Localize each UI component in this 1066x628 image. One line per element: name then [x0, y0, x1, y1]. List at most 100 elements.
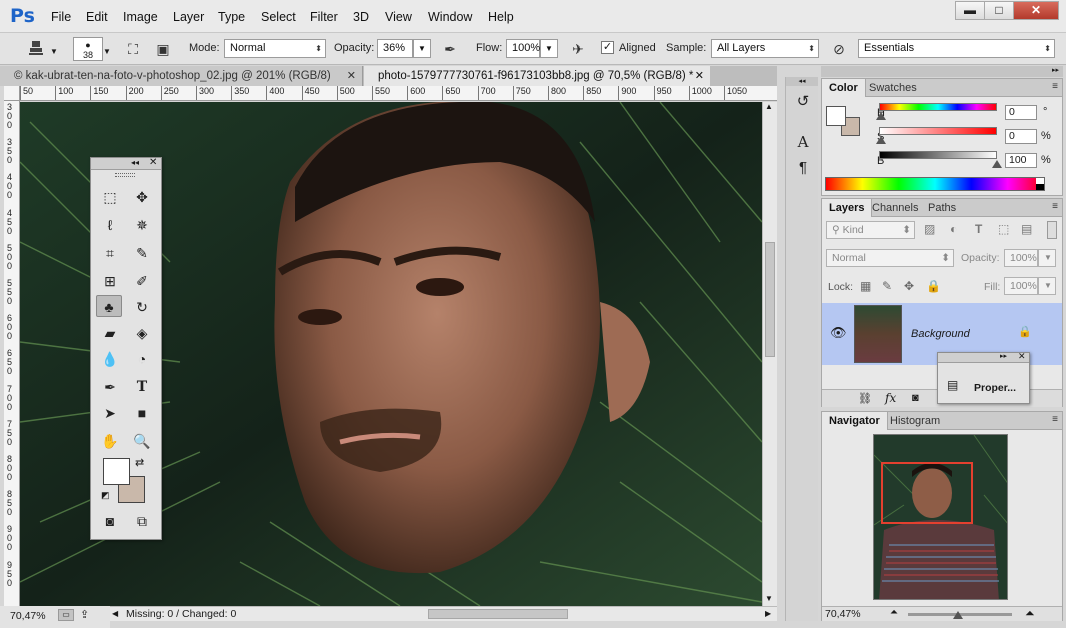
- navigator-preview[interactable]: [873, 434, 1008, 600]
- brush-chevron-down-icon[interactable]: ▼: [103, 47, 111, 56]
- clone-stamp-preset-icon[interactable]: [26, 39, 46, 59]
- status-preview-icon[interactable]: ▭: [58, 609, 74, 621]
- menu-image[interactable]: Image: [123, 9, 158, 25]
- navigator-zoom-thumb[interactable]: [953, 611, 963, 619]
- paint-bucket-tool-icon[interactable]: ◈: [129, 322, 155, 344]
- brush-size-picker[interactable]: ● 38: [73, 37, 103, 61]
- eraser-tool-icon[interactable]: ▰: [97, 322, 123, 344]
- history-panel-icon[interactable]: ↺: [791, 91, 815, 113]
- clone-stamp-tool-icon[interactable]: ♣: [96, 295, 122, 317]
- type-tool-icon[interactable]: T: [129, 376, 155, 398]
- tab-color[interactable]: Color: [822, 79, 866, 97]
- vertical-scroll-thumb[interactable]: [765, 242, 775, 357]
- healing-brush-tool-icon[interactable]: ⊞: [97, 270, 123, 292]
- ignore-adjustment-icon[interactable]: ⊘: [829, 39, 849, 59]
- scroll-right-icon[interactable]: ▶: [765, 609, 771, 618]
- path-selection-tool-icon[interactable]: ➤: [97, 402, 123, 424]
- fill-input[interactable]: 100%: [1004, 277, 1038, 295]
- lock-image-icon[interactable]: ✎: [882, 279, 892, 293]
- s-input[interactable]: 0: [1005, 129, 1037, 144]
- tools-panel-header[interactable]: ◂◂ ✕: [91, 157, 161, 170]
- status-share-icon[interactable]: ⇪: [80, 608, 89, 621]
- move-tool-icon[interactable]: ✥: [129, 186, 155, 208]
- navigator-panel-menu-icon[interactable]: ≡: [1052, 414, 1058, 425]
- close-window-button[interactable]: ✕: [1013, 1, 1059, 20]
- character-panel-icon[interactable]: A: [791, 131, 815, 153]
- top-ruler[interactable]: 50 100 150 200 250 300 350 400 450 500 550 600 650 70…: [20, 86, 777, 101]
- layer-opacity-input[interactable]: 100%: [1004, 249, 1038, 267]
- pressure-opacity-icon[interactable]: ✒: [440, 39, 460, 59]
- lock-all-icon[interactable]: 🔒: [926, 279, 941, 293]
- fill-dropdown-icon[interactable]: ▼: [1038, 277, 1056, 295]
- layer-style-icon[interactable]: fx: [885, 391, 896, 405]
- swap-colors-icon[interactable]: ⇄: [135, 456, 144, 469]
- left-ruler[interactable]: 300 350 400 450 500 550 600 650 700 750 800 850 900 9…: [4, 101, 20, 606]
- hue-slider[interactable]: [879, 103, 997, 111]
- menu-edit[interactable]: Edit: [86, 9, 108, 25]
- color-panel-fg-swatch[interactable]: [826, 106, 846, 126]
- tools-grip[interactable]: [115, 173, 135, 177]
- tab-document-2[interactable]: photo-1579777730761-f96173103bb8.jpg @ 7…: [364, 66, 710, 86]
- menu-window[interactable]: Window: [428, 9, 472, 25]
- tab-document-1[interactable]: © kak-ubrat-ten-na-foto-v-photoshop_02.j…: [0, 66, 363, 86]
- eyedropper-tool-icon[interactable]: ✎: [129, 242, 155, 264]
- airbrush-icon[interactable]: ✈: [568, 39, 588, 59]
- history-brush-tool-icon[interactable]: ↻: [129, 296, 155, 318]
- expand-properties-icon[interactable]: ▸▸: [1000, 352, 1007, 360]
- lock-transparent-icon[interactable]: ▦: [860, 279, 871, 293]
- right-dock-collapse-icon[interactable]: ▸▸: [821, 66, 1063, 77]
- brightness-slider[interactable]: [879, 151, 997, 159]
- blend-mode-select[interactable]: Normal ⬍: [826, 249, 954, 267]
- foreground-color-swatch[interactable]: [103, 458, 130, 485]
- quick-mask-icon[interactable]: ◙: [97, 510, 123, 532]
- close-properties-icon[interactable]: ✕: [1018, 351, 1026, 362]
- close-tab-2-icon[interactable]: ✕: [695, 66, 704, 86]
- minimize-button[interactable]: ▬: [955, 1, 985, 20]
- scroll-down-icon[interactable]: ▼: [765, 594, 773, 603]
- hand-tool-icon[interactable]: ✋: [97, 430, 123, 452]
- filter-smart-object-icon[interactable]: ▤: [1021, 222, 1032, 236]
- link-layers-icon[interactable]: ⛓: [858, 392, 872, 405]
- collapse-tools-icon[interactable]: ◂◂: [131, 158, 139, 167]
- tab-histogram[interactable]: Histogram: [883, 412, 947, 430]
- tab-paths[interactable]: Paths: [921, 199, 963, 217]
- color-spectrum-bar[interactable]: [825, 177, 1045, 191]
- brightness-slider-thumb[interactable]: [992, 160, 1002, 168]
- ruler-origin[interactable]: [4, 86, 20, 101]
- opacity-dropdown-icon[interactable]: ▼: [413, 39, 431, 58]
- menu-select[interactable]: Select: [261, 9, 296, 25]
- navigator-view-rectangle[interactable]: [881, 462, 973, 524]
- screen-mode-icon[interactable]: ⧉: [129, 510, 155, 532]
- workspace-select[interactable]: Essentials ⬍: [858, 39, 1055, 58]
- menu-file[interactable]: File: [51, 9, 71, 25]
- layer-name[interactable]: Background: [911, 328, 970, 340]
- tab-channels[interactable]: Channels: [865, 199, 925, 217]
- add-mask-icon[interactable]: ◙: [912, 392, 919, 404]
- filter-adjustment-icon[interactable]: ◐: [950, 222, 957, 236]
- layers-panel-menu-icon[interactable]: ≡: [1052, 201, 1058, 212]
- menu-type[interactable]: Type: [218, 9, 245, 25]
- maximize-button[interactable]: □: [984, 1, 1014, 20]
- aligned-checkbox[interactable]: ✓: [601, 41, 614, 54]
- paragraph-panel-icon[interactable]: ¶: [791, 157, 815, 179]
- layer-visibility-eye-icon[interactable]: 👁: [830, 325, 847, 341]
- tab-navigator[interactable]: Navigator: [822, 412, 888, 430]
- filter-type-icon[interactable]: T: [975, 222, 982, 236]
- magic-wand-tool-icon[interactable]: ✵: [129, 214, 155, 236]
- blur-tool-icon[interactable]: 💧: [97, 348, 123, 370]
- hue-slider-thumb[interactable]: [876, 112, 886, 120]
- clone-source-icon[interactable]: ▣: [153, 39, 173, 59]
- mode-select[interactable]: Normal ⬍: [224, 39, 326, 58]
- saturation-slider[interactable]: [879, 127, 997, 135]
- default-colors-icon[interactable]: ◩: [101, 490, 110, 501]
- saturation-slider-thumb[interactable]: [876, 136, 886, 144]
- tab-swatches[interactable]: Swatches: [862, 79, 924, 97]
- status-zoom-value[interactable]: 70,47%: [10, 610, 46, 622]
- filter-pixel-icon[interactable]: ▨: [924, 222, 935, 236]
- flow-input[interactable]: 100%: [506, 39, 540, 58]
- marquee-tool-icon[interactable]: ⬚: [97, 186, 123, 208]
- menu-3d[interactable]: 3D: [353, 9, 369, 25]
- zoom-out-icon[interactable]: ⏶: [890, 607, 898, 618]
- h-input[interactable]: 0: [1005, 105, 1037, 120]
- brush-tool-icon[interactable]: ✐: [129, 270, 155, 292]
